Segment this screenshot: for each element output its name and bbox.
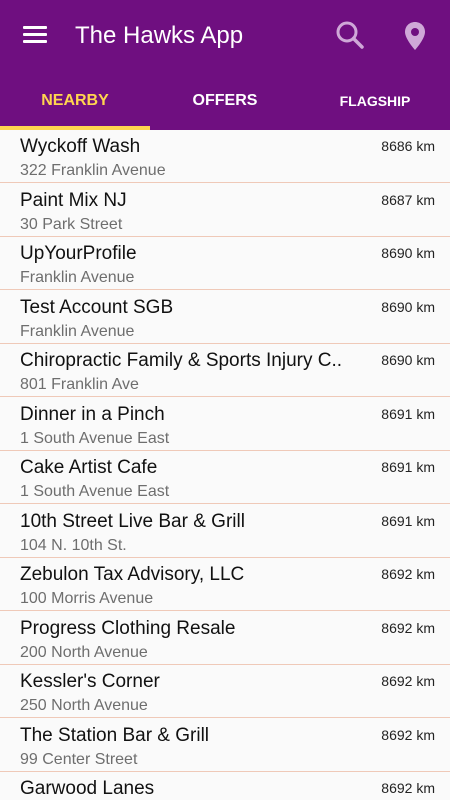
place-distance: 8690 km [381,245,435,261]
place-name: Wyckoff Wash [20,136,141,157]
place-address: 322 Franklin Avenue [20,162,166,179]
tab-offers[interactable]: OFFERS [150,72,300,130]
map-pin-icon[interactable] [395,16,435,56]
tab-bar: NEARBY OFFERS FLAGSHIP [0,72,450,130]
place-name: UpYourProfile [20,243,137,264]
list-item[interactable]: The Station Bar & Grill 99 Center Street… [0,718,450,772]
place-distance: 8691 km [381,459,435,475]
place-name: Paint Mix NJ [20,189,127,211]
place-address: Franklin Avenue [20,269,135,286]
place-name: Progress Clothing Resale [20,617,236,639]
place-distance: 8687 km [381,191,435,208]
menu-icon[interactable] [15,20,55,52]
place-distance: 8690 km [381,352,435,368]
toolbar: The Hawks App [0,0,450,72]
place-address: 30 Park Street [20,215,123,233]
place-address: 99 Center Street [20,750,138,768]
place-distance: 8692 km [381,673,435,689]
place-address: 250 North Avenue [20,697,148,714]
place-address: 1 South Avenue East [20,429,170,447]
place-distance: 8691 km [381,512,435,529]
list-item[interactable]: Garwood Lanes 8692 km [0,772,450,800]
place-distance: 8692 km [381,780,435,796]
list-item[interactable]: 10th Street Live Bar & Grill 104 N. 10th… [0,504,450,558]
place-distance: 8690 km [381,298,435,315]
place-address: 100 Morris Avenue [20,590,154,607]
place-name: Zebulon Tax Advisory, LLC [20,564,245,585]
place-distance: 8686 km [381,138,435,154]
list-item[interactable]: Progress Clothing Resale 200 North Avenu… [0,611,450,665]
list-item[interactable]: Wyckoff Wash 322 Franklin Avenue 8686 km [0,130,450,184]
list-item[interactable]: Test Account SGB Franklin Avenue 8690 km [0,290,450,344]
list-item[interactable]: Chiropractic Family & Sports Injury C.. … [0,344,450,398]
place-distance: 8692 km [381,619,435,636]
menu-icon-line [23,33,47,36]
list-item[interactable]: Cake Artist Cafe 1 South Avenue East 869… [0,451,450,505]
place-name: Garwood Lanes [20,778,155,799]
place-name: Chiropractic Family & Sports Injury C.. [20,350,343,371]
place-address: 801 Franklin Ave [20,376,139,393]
tab-flagship[interactable]: FLAGSHIP [300,72,450,130]
list-item[interactable]: Kessler's Corner 250 North Avenue 8692 k… [0,665,450,719]
place-name: Cake Artist Cafe [20,457,158,478]
menu-icon-line [23,40,47,43]
place-address: 200 North Avenue [20,643,148,661]
place-address: 1 South Avenue East [20,483,170,500]
app-bar: The Hawks App NEARBY OFFERS FLAGSHIP [0,0,450,130]
tab-nearby[interactable]: NEARBY [0,72,150,130]
list-item[interactable]: Zebulon Tax Advisory, LLC 100 Morris Ave… [0,558,450,612]
app-title: The Hawks App [75,22,244,49]
place-name: Dinner in a Pinch [20,403,165,425]
list-item[interactable]: Dinner in a Pinch 1 South Avenue East 86… [0,397,450,451]
place-distance: 8691 km [381,405,435,422]
places-list[interactable]: Wyckoff Wash 322 Franklin Avenue 8686 km… [0,130,450,800]
place-name: 10th Street Live Bar & Grill [20,510,245,532]
place-distance: 8692 km [381,566,435,582]
list-item[interactable]: Paint Mix NJ 30 Park Street 8687 km [0,183,450,237]
place-distance: 8692 km [381,726,435,743]
search-icon[interactable] [330,16,370,56]
place-name: Test Account SGB [20,296,174,318]
place-name: Kessler's Corner [20,671,160,692]
place-address: Franklin Avenue [20,322,135,340]
list-item[interactable]: UpYourProfile Franklin Avenue 8690 km [0,237,450,291]
menu-icon-line [23,26,47,29]
place-address: 104 N. 10th St. [20,536,127,554]
place-name: The Station Bar & Grill [20,724,210,746]
